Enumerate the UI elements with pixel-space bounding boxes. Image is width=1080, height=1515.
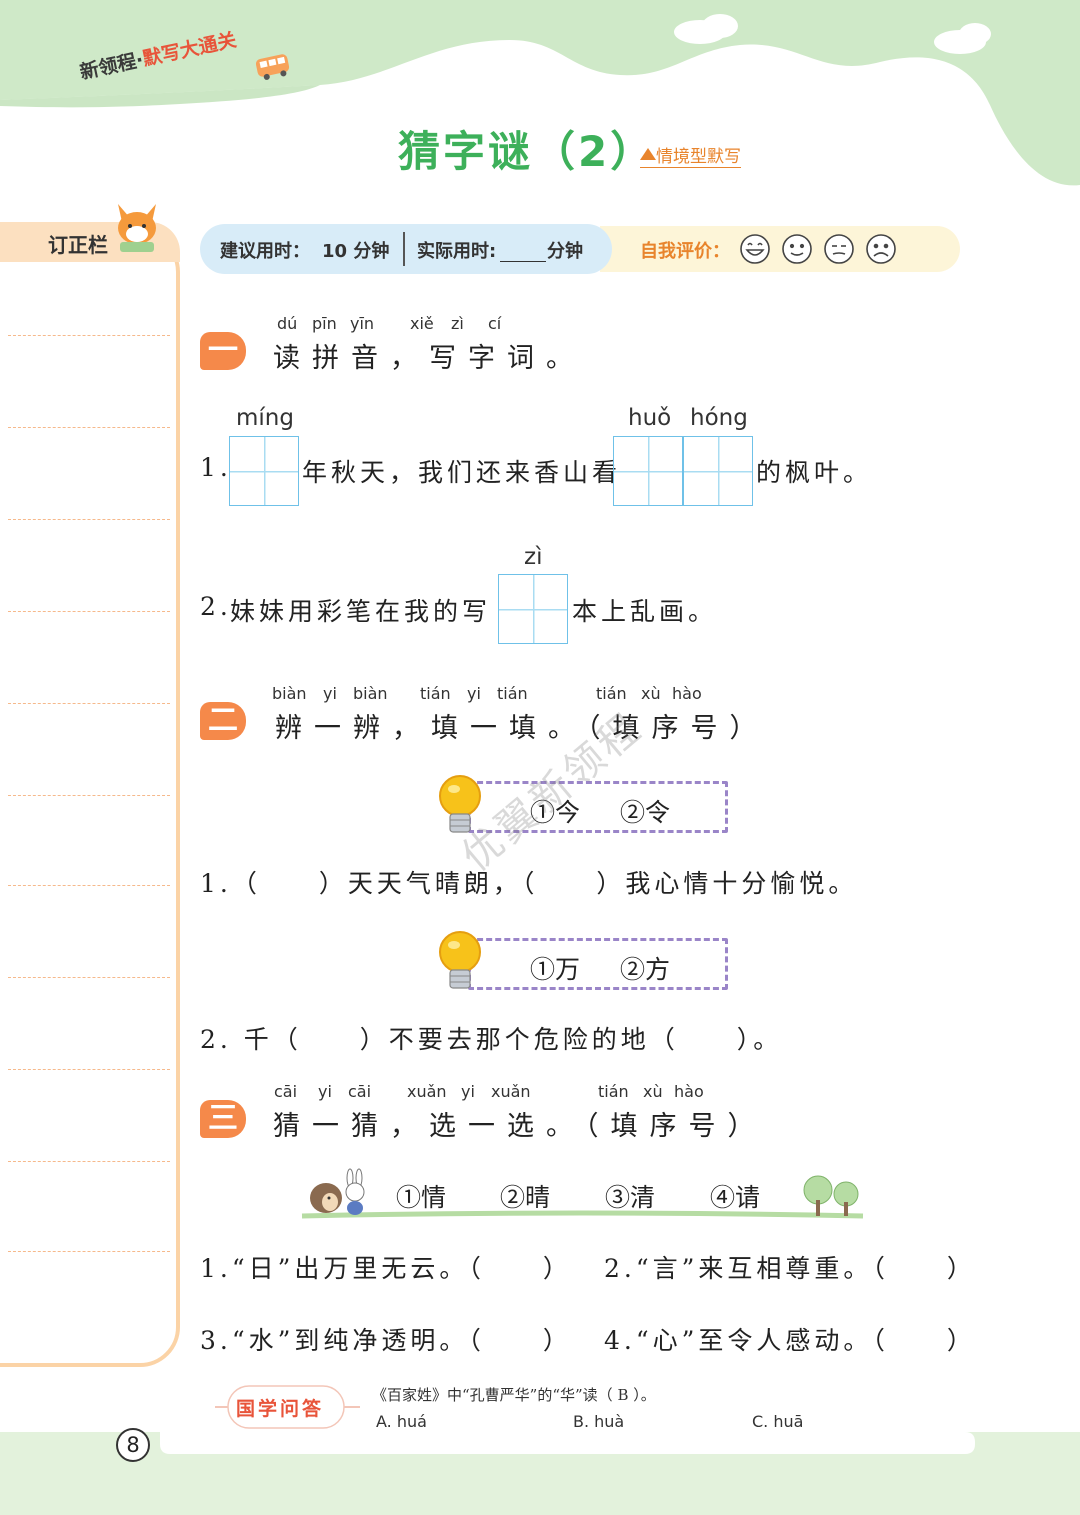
smiling-face-icon[interactable] (782, 234, 812, 264)
guoxue-badge: 国学问答 (236, 1398, 325, 1420)
hedgehog-icon (310, 1183, 342, 1213)
correction-line (8, 977, 170, 978)
pinyin: yi (318, 1082, 332, 1101)
option-item: ④请 (710, 1183, 761, 1212)
writing-grid-box[interactable] (613, 436, 683, 506)
question-text: 的枫叶。 (756, 458, 873, 487)
pinyin: yi (467, 684, 481, 703)
footer-answer: A. huá (376, 1412, 427, 1431)
fox-mascot-icon (118, 204, 156, 252)
section-heading-2: 辨一辨，填一填。（填序号） (275, 713, 769, 744)
section-badge-1: 一 (200, 332, 246, 370)
pinyin: yi (323, 684, 337, 703)
pinyin: tián (497, 684, 528, 703)
sad-face-icon[interactable] (866, 234, 896, 264)
correction-line (8, 335, 170, 336)
option-box (468, 938, 728, 990)
pinyin-hint: huǒ (628, 405, 672, 431)
pinyin: xuǎn (491, 1082, 531, 1101)
pinyin-hint: zì (524, 544, 543, 570)
correction-line (8, 1161, 170, 1162)
section-heading-3: 猜一猜，选一选。（填序号） (273, 1111, 767, 1142)
correction-label: 订正栏 (48, 233, 108, 257)
pinyin-hint: hóng (690, 405, 748, 431)
pinyin: biàn (353, 684, 388, 703)
question-text: 本上乱画。 (572, 597, 718, 626)
correction-line (8, 1069, 170, 1070)
writing-grid-box[interactable] (498, 574, 568, 644)
riddle-question[interactable]: 4.“心”至令人感动。（ ） (604, 1321, 976, 1357)
question-number: 2. (200, 592, 232, 621)
pinyin-hint: míng (236, 405, 294, 431)
neutral-face-icon[interactable] (824, 234, 854, 264)
correction-line (8, 519, 170, 520)
pinyin: dú (277, 314, 298, 333)
page-title: 猜字谜（2） (398, 127, 656, 176)
footer-question: 《百家姓》中“孔曹严华”的“华”读（ B ）。 (372, 1386, 656, 1404)
option-item: ③清 (605, 1183, 656, 1212)
self-eval-faces (740, 234, 896, 264)
correction-line (8, 1251, 170, 1252)
pinyin: zì (451, 314, 464, 333)
option-item: ②令 (620, 798, 671, 827)
pinyin: xù (643, 1082, 663, 1101)
correction-line (8, 427, 170, 428)
option-item: ②晴 (500, 1183, 551, 1212)
options-ground-strip (301, 1168, 864, 1219)
actual-time-label: 实际用时: (417, 241, 497, 262)
question-text: 年秋天，我们还来香山看 (302, 458, 622, 487)
rabbit-icon (345, 1168, 365, 1215)
option-item: ②方 (620, 955, 671, 984)
correction-line (8, 703, 170, 704)
page-number: 8 (116, 1428, 150, 1462)
pinyin: hào (672, 684, 702, 703)
pinyin: xù (641, 684, 661, 703)
section-badge-number: 三 (208, 1101, 238, 1136)
pinyin: cāi (274, 1082, 298, 1101)
question-number: 1. (200, 453, 232, 482)
pinyin: xuǎn (407, 1082, 447, 1101)
pinyin: pīn (312, 314, 337, 333)
option-item: ①万 (530, 955, 581, 984)
section-badge-number: 二 (208, 703, 238, 738)
page-tag: 情境型默写 (640, 142, 741, 168)
pinyin: cí (488, 314, 502, 333)
option-item: ①情 (396, 1183, 447, 1212)
section-badge-3: 三 (200, 1100, 246, 1138)
section-badge-number: 一 (208, 333, 238, 368)
self-eval-label: 自我评价： (640, 241, 730, 262)
section-heading-1: 读拼音，写字词。 (273, 343, 585, 374)
fill-sentence[interactable]: 2. 千（ ）不要去那个危险的地（ ）。 (200, 1020, 782, 1056)
pinyin: biàn (272, 684, 307, 703)
lightbulb-icon (439, 931, 481, 989)
correction-line (8, 885, 170, 886)
laughing-face-icon[interactable] (740, 234, 770, 264)
tree-icon (803, 1175, 859, 1216)
pinyin: tián (598, 1082, 629, 1101)
correction-line (8, 795, 170, 796)
time-separator (403, 232, 405, 266)
writing-grid-box[interactable] (229, 436, 299, 506)
riddle-question[interactable]: 1.“日”出万里无云。（ ） (200, 1249, 572, 1285)
pinyin: tián (420, 684, 451, 703)
pinyin: yīn (350, 314, 375, 333)
riddle-question[interactable]: 3.“水”到纯净透明。（ ） (200, 1321, 572, 1357)
footer-answer: C. huā (752, 1412, 804, 1431)
pinyin: cāi (348, 1082, 372, 1101)
actual-time-unit: 分钟 (547, 241, 583, 262)
riddle-question[interactable]: 2.“言”来互相尊重。（ ） (604, 1249, 976, 1285)
correction-line (8, 611, 170, 612)
fill-sentence[interactable]: 1.（ ）天天气晴朗，（ ）我心情十分愉悦。 (200, 864, 857, 900)
footer-answer: B. huà (573, 1412, 625, 1431)
suggested-time-label: 建议用时： (220, 241, 310, 262)
question-text: 妹妹用彩笔在我的写 (230, 597, 492, 626)
suggested-time-value: 10 分钟 (322, 241, 390, 262)
actual-time-input[interactable] (500, 261, 546, 262)
pinyin: yi (461, 1082, 475, 1101)
correction-column-frame (0, 232, 180, 1367)
section-badge-2: 二 (200, 702, 246, 740)
writing-grid-box[interactable] (683, 436, 753, 506)
pinyin: xiě (410, 314, 434, 333)
pinyin: hào (674, 1082, 704, 1101)
